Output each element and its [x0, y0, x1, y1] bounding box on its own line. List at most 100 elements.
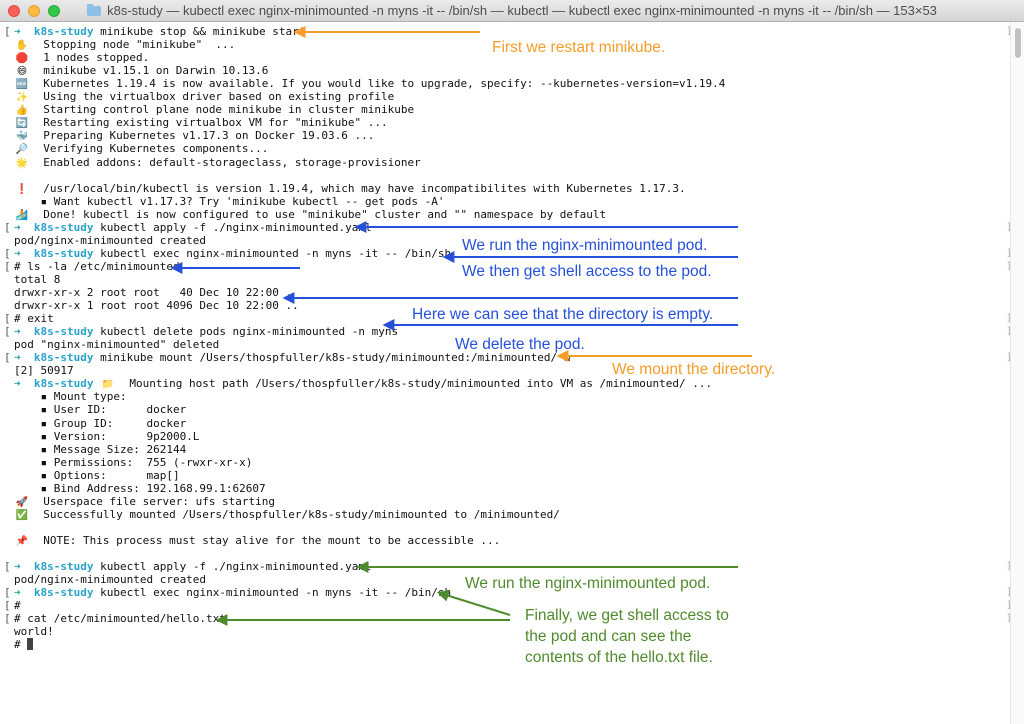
status-emoji-icon: 📁 [101, 379, 115, 391]
line-text: total 8 [14, 272, 61, 286]
line-text: kubectl apply -f ./nginx-minimounted.yam… [93, 560, 372, 574]
prompt-directory: k8s-study [33, 220, 94, 234]
terminal-line: 🆕 Kubernetes 1.19.4 is now available. If… [4, 77, 726, 91]
line-text: Restarting existing virtualbox VM for "m… [43, 116, 388, 130]
terminal-line: 🐳 Preparing Kubernetes v1.17.3 on Docker… [4, 129, 375, 143]
line-text: Preparing Kubernetes v1.17.3 on Docker 1… [43, 129, 375, 143]
terminal-line: ▪ Want kubectl v1.17.3? Try 'minikube ku… [4, 195, 444, 208]
terminal-line: [➜ k8s-study kubectl delete pods nginx-m… [4, 325, 398, 338]
line-text: Mounting host path /Users/thospfuller/k8… [129, 377, 713, 391]
terminal-line: 🛑 1 nodes stopped. [4, 51, 149, 64]
line-text: ▪ Bind Address: 192.168.99.1:62607 [14, 481, 266, 495]
status-emoji-icon: 🔄 [15, 118, 29, 130]
line-text: Using the virtualbox driver based on exi… [43, 90, 395, 104]
status-emoji-icon: 👍 [15, 105, 29, 117]
terminal-line: [# ls -la /etc/minimounted [4, 260, 180, 273]
prompt-directory: k8s-study [33, 560, 94, 574]
prompt-arrow-icon: ➜ [14, 325, 34, 339]
annotation-run-pod-1: We run the nginx-minimounted pod. [462, 237, 708, 254]
terminal-line: [➜ k8s-study kubectl exec nginx-minimoun… [4, 247, 451, 260]
status-emoji-icon: 🐳 [15, 131, 29, 143]
line-text: 1 nodes stopped. [43, 51, 150, 65]
terminal-line: ▪ Permissions: 755 (-rwxr-xr-x) [4, 456, 252, 469]
status-emoji-icon: 🌟 [15, 157, 29, 169]
terminal-line: 🚀 Userspace file server: ufs starting [4, 495, 275, 508]
terminal-output[interactable]: [➜ k8s-study minikube stop && minikube s… [0, 22, 1010, 724]
line-marker: [ [4, 325, 11, 339]
line-text: /usr/local/bin/kubectl is version 1.19.4… [43, 181, 686, 195]
line-text: minikube v1.15.1 on Darwin 10.13.6 [43, 64, 269, 78]
annotation-delete-pod: We delete the pod. [455, 336, 585, 353]
line-text: # ls -la /etc/minimounted [14, 259, 180, 273]
prompt-directory: k8s-study [33, 25, 94, 38]
terminal-line: 🏄 Done! kubectl is now configured to use… [4, 208, 606, 221]
line-marker: [ [4, 599, 11, 613]
window-title: k8s-study — kubectl exec nginx-minimount… [107, 3, 937, 18]
prompt-arrow-icon: ➜ [14, 246, 34, 260]
terminal-line: ▪ Bind Address: 192.168.99.1:62607 [4, 481, 266, 495]
status-emoji-icon: 🚀 [15, 496, 29, 508]
terminal-line: [➜ k8s-study kubectl exec nginx-minimoun… [4, 586, 451, 599]
annotation-shell-1: We then get shell access to the pod. [462, 263, 712, 280]
line-text: # cat /etc/minimounted/hello.txt [14, 612, 226, 626]
line-marker: [ [4, 351, 11, 365]
annotation-run-pod-2: We run the nginx-minimounted pod. [465, 575, 711, 592]
line-text: pod/nginx-minimounted created [14, 573, 207, 587]
terminal-line: pod/nginx-minimounted created [4, 573, 206, 586]
prompt-directory: k8s-study [33, 246, 94, 260]
window-title-container: k8s-study — kubectl exec nginx-minimount… [0, 3, 1024, 18]
terminal-line: [# cat /etc/minimounted/hello.txt [4, 612, 226, 625]
prompt-directory: k8s-study [33, 586, 94, 600]
terminal-line: ✨ Using the virtualbox driver based on e… [4, 90, 394, 103]
status-emoji-icon: 🔎 [15, 144, 29, 156]
line-text: # [14, 599, 21, 613]
status-emoji-icon: ✅ [15, 509, 29, 521]
annotation-mount-dir: We mount the directory. [612, 361, 776, 378]
folder-icon [87, 4, 102, 16]
terminal-line: total 8 [4, 273, 60, 286]
terminal-line: ▪ Group ID: docker [4, 417, 186, 430]
status-emoji-icon: 🏄 [15, 209, 29, 221]
line-text: Starting control plane node minikube in … [43, 103, 415, 117]
status-emoji-icon: 📌 [15, 535, 29, 547]
terminal-line: ✋ Stopping node "minikube" ... [4, 38, 236, 51]
line-text: kubectl apply -f ./nginx-minimounted.yam… [93, 220, 372, 234]
annotation-empty-dir: Here we can see that the directory is em… [412, 306, 714, 323]
line-text: drwxr-xr-x 2 root root 40 Dec 10 22:00 . [14, 286, 293, 299]
prompt-arrow-icon: ➜ [14, 560, 34, 574]
terminal-line: ✅ Successfully mounted /Users/thospfulle… [4, 508, 560, 521]
line-text: Successfully mounted /Users/thospfuller/… [43, 507, 560, 521]
window-titlebar: k8s-study — kubectl exec nginx-minimount… [0, 0, 1024, 22]
prompt-arrow-icon: ➜ [14, 25, 34, 38]
line-text: ▪ Permissions: 755 (-rwxr-xr-x) [14, 455, 253, 469]
terminal-line: world! [4, 625, 54, 638]
terminal-line: ➜ k8s-study 📁 Mounting host path /Users/… [4, 377, 712, 390]
terminal-scrollbar[interactable] [1010, 22, 1024, 724]
terminal-line: [2] 50917 [4, 364, 74, 377]
status-emoji-icon: ❗ [15, 183, 29, 195]
line-text: ▪ Options: map[] [14, 468, 180, 482]
line-text: # exit [14, 312, 54, 326]
line-text: Enabled addons: default-storageclass, st… [43, 155, 421, 169]
terminal-line: pod "nginx-minimounted" deleted [4, 338, 219, 351]
terminal-line: ▪ Options: map[] [4, 468, 180, 482]
prompt-directory: k8s-study [33, 377, 94, 391]
prompt-arrow-icon: ➜ [14, 377, 34, 391]
prompt-arrow-icon: ➜ [14, 586, 34, 600]
terminal-line: [➜ k8s-study kubectl apply -f ./nginx-mi… [4, 221, 372, 234]
status-emoji-icon: 🛑 [15, 53, 29, 65]
annotation-final-3: contents of the hello.txt file. [525, 649, 713, 666]
line-marker: [ [4, 612, 11, 626]
line-marker: [ [4, 259, 11, 273]
terminal-line: [# [4, 599, 21, 612]
line-text: kubectl delete pods nginx-minimounted -n… [93, 325, 399, 339]
scrollbar-thumb[interactable] [1015, 28, 1021, 58]
line-text: Kubernetes 1.19.4 is now available. If y… [43, 77, 726, 91]
line-text: Userspace file server: ufs starting [43, 494, 276, 508]
line-marker: [ [4, 220, 11, 234]
line-text: # [14, 638, 28, 652]
prompt-directory: k8s-study [33, 325, 94, 339]
line-text: minikube stop && minikube start [93, 25, 306, 38]
